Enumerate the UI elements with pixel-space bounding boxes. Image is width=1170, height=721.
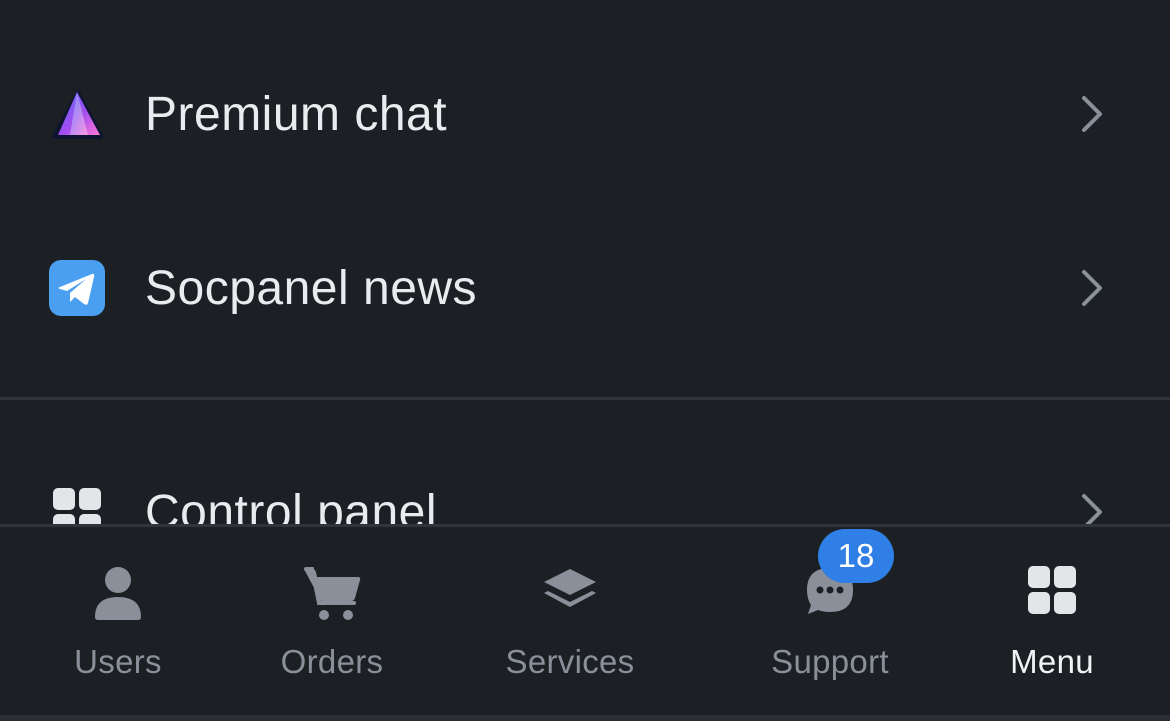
chevron-right-icon xyxy=(1078,94,1106,134)
grid-icon xyxy=(48,483,106,524)
tab-menu[interactable]: Menu xyxy=(972,527,1132,715)
home-indicator-area xyxy=(0,715,1170,721)
chevron-right-icon xyxy=(1078,268,1106,308)
premium-chat-logo-icon xyxy=(48,85,106,143)
grid-icon xyxy=(1027,565,1077,620)
notification-badge: 18 xyxy=(818,529,894,583)
tab-orders[interactable]: Orders xyxy=(252,527,412,715)
tab-label: Orders xyxy=(280,643,384,680)
section-divider xyxy=(0,397,1170,400)
bottom-tab-bar: Users Orders Services 18 Support Menu xyxy=(0,524,1170,715)
menu-item-label: Control panel xyxy=(145,485,438,525)
tab-services[interactable]: Services xyxy=(480,527,660,715)
layers-icon xyxy=(540,565,600,620)
tab-label: Support xyxy=(771,643,889,680)
menu-item-control-panel[interactable]: Control panel xyxy=(0,452,1170,524)
chevron-right-icon xyxy=(1078,492,1106,524)
menu-item-socpanel-news[interactable]: Socpanel news xyxy=(0,228,1170,348)
tab-label: Users xyxy=(74,643,162,680)
menu-item-label: Premium chat xyxy=(145,87,448,141)
menu-item-premium-chat[interactable]: Premium chat xyxy=(0,54,1170,174)
menu-item-label: Socpanel news xyxy=(145,261,478,315)
menu-list: Premium chat Socpanel news Control panel xyxy=(0,0,1170,524)
tab-users[interactable]: Users xyxy=(38,527,198,715)
tab-label: Menu xyxy=(1010,643,1094,680)
app-screen: Premium chat Socpanel news Control panel… xyxy=(0,0,1170,721)
tab-support[interactable]: 18 Support xyxy=(750,527,910,715)
telegram-icon xyxy=(48,259,106,317)
cart-icon xyxy=(302,565,362,628)
user-icon xyxy=(92,565,144,626)
tab-label: Services xyxy=(505,643,635,680)
